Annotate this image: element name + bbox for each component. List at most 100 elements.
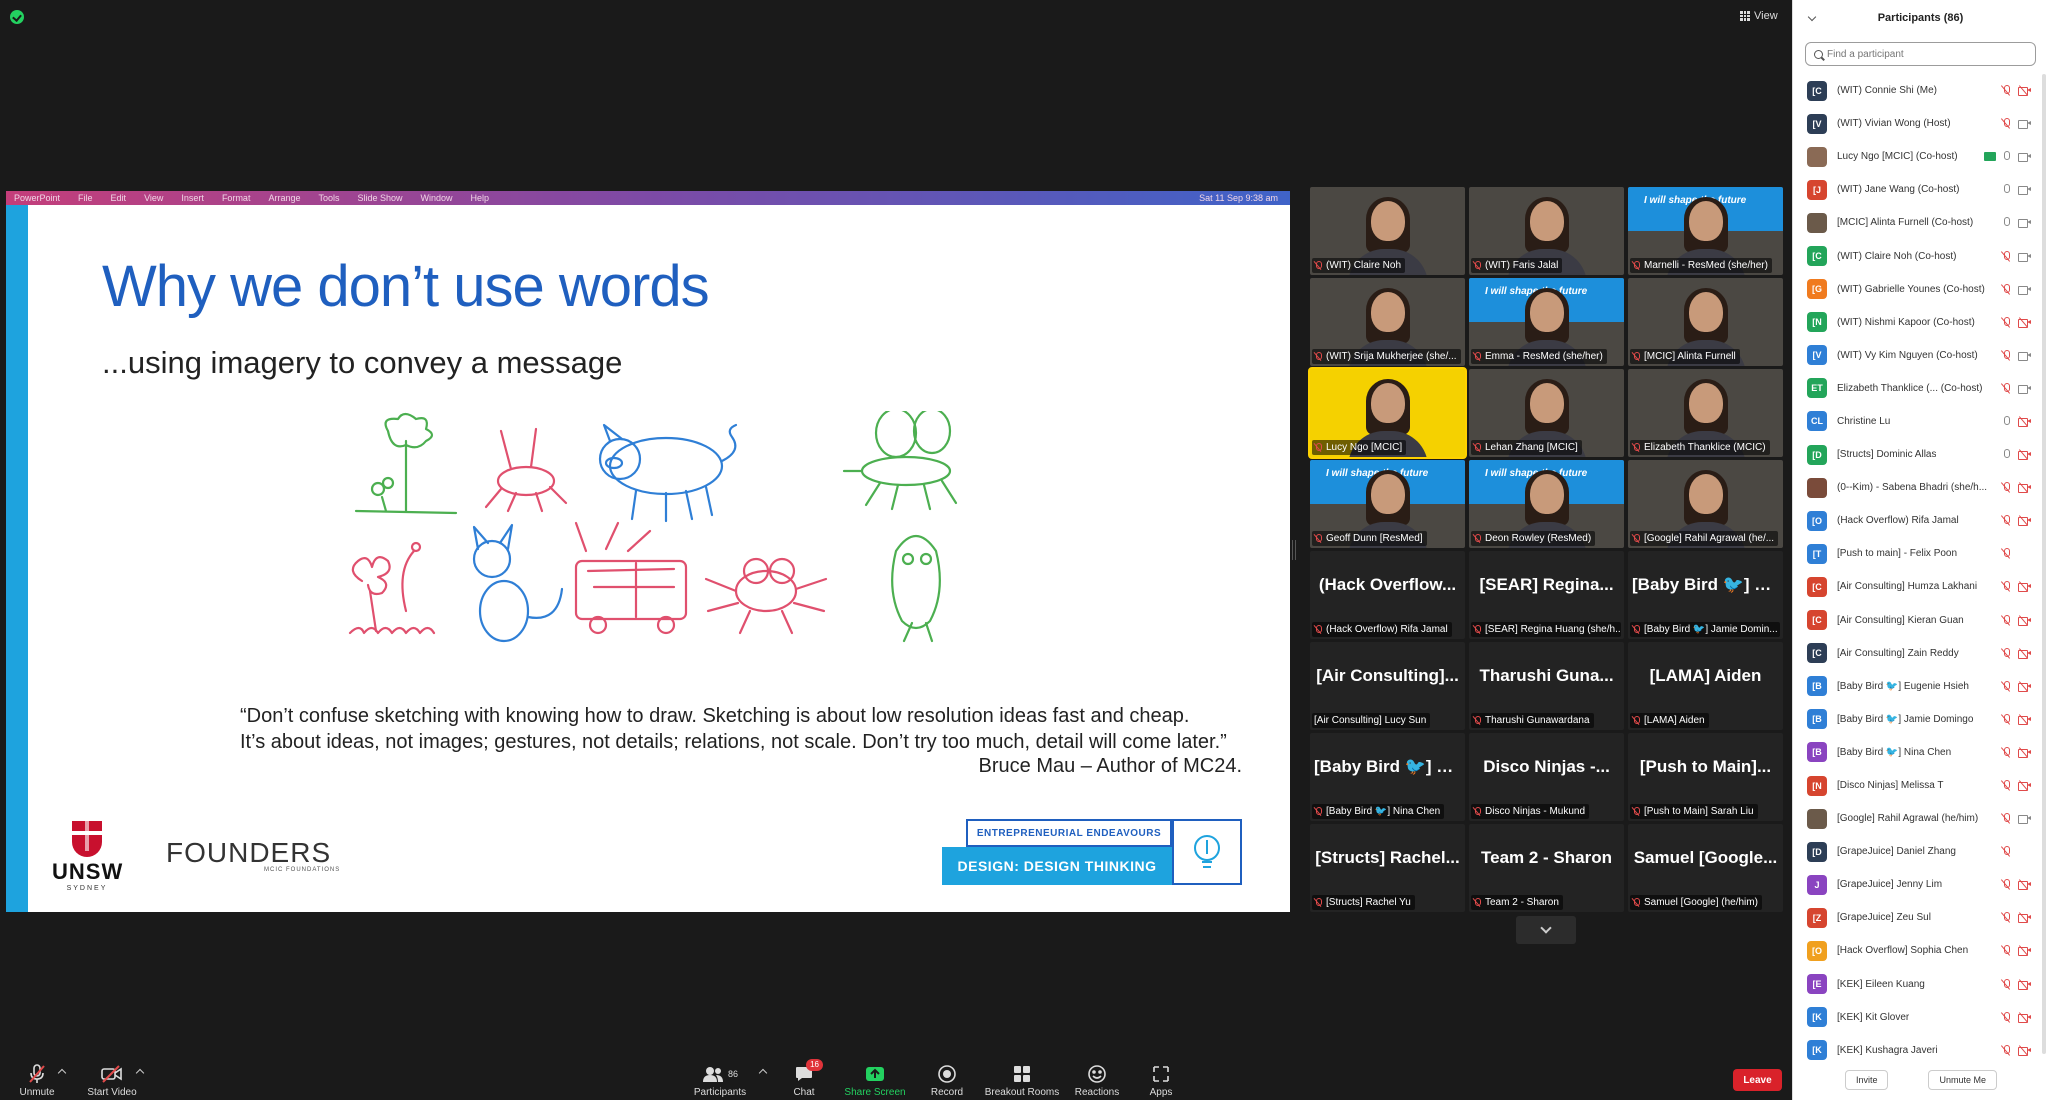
mic-muted-icon[interactable] (2002, 382, 2010, 394)
participant-row[interactable]: [D [Structs] Dominic Allas (1793, 438, 2039, 471)
video-off-icon[interactable] (2018, 912, 2031, 924)
video-tile[interactable]: I will shape the futureGeoff Dunn [ResMe… (1310, 460, 1465, 548)
video-tile[interactable]: [Google] Rahil Agrawal (he/... (1628, 460, 1783, 548)
participant-row[interactable]: [B [Baby Bird 🐦] Jamie Domingo (1793, 703, 2039, 736)
video-tile[interactable]: Disco Ninjas -... Disco Ninjas - Mukund (1469, 733, 1624, 821)
video-off-icon[interactable] (2018, 316, 2031, 328)
video-off-icon[interactable] (2018, 85, 2031, 97)
record-button[interactable]: Record (928, 1050, 966, 1100)
start-video-button[interactable]: Start Video (84, 1050, 140, 1100)
mic-muted-icon[interactable] (2002, 581, 2010, 592)
mic-muted-icon[interactable] (2002, 746, 2010, 758)
collapse-panel-chevron-icon[interactable] (1807, 12, 1817, 22)
mic-muted-icon[interactable] (2002, 482, 2010, 493)
video-tile[interactable]: I will shape the futureDeon Rowley (ResM… (1469, 460, 1624, 548)
participant-row[interactable]: [MCIC] Alinta Furnell (Co-host) (1793, 206, 2039, 239)
participant-row[interactable]: [K [KEK] Kit Glover (1793, 1001, 2039, 1034)
video-tile[interactable]: Samuel [Google... Samuel [Google] (he/him… (1628, 824, 1783, 912)
participant-row[interactable]: [C (WIT) Connie Shi (Me) (1793, 74, 2039, 107)
video-tile[interactable]: Elizabeth Thanklice (MCIC) (1628, 369, 1783, 457)
mic-muted-icon[interactable] (2002, 614, 2010, 626)
participant-row[interactable]: [O [Hack Overflow] Sophia Chen (1793, 934, 2039, 967)
participant-row[interactable]: [V (WIT) Vy Kim Nguyen (Co-host) (1793, 339, 2039, 372)
video-tile[interactable]: [Structs] Rachel... [Structs] Rachel Yu (1310, 824, 1465, 912)
mic-muted-icon[interactable] (2002, 879, 2010, 890)
video-off-icon[interactable] (2018, 647, 2031, 659)
unmute-me-button[interactable]: Unmute Me (1928, 1070, 1998, 1090)
video-off-icon[interactable] (2018, 747, 2031, 758)
video-off-icon[interactable] (2018, 482, 2031, 494)
video-off-icon[interactable] (2018, 1044, 2031, 1056)
video-off-icon[interactable] (2018, 614, 2031, 626)
participant-list-scrollbar[interactable] (2042, 74, 2046, 1054)
video-tile[interactable]: I will shape the futureMarnelli - ResMed… (1628, 187, 1783, 275)
mic-muted-icon[interactable] (2002, 912, 2010, 923)
mic-muted-icon[interactable] (2002, 680, 2010, 692)
video-tile[interactable]: (Hack Overflow... (Hack Overflow) Rifa Ja… (1310, 551, 1465, 639)
participant-row[interactable]: [V (WIT) Vivian Wong (Host) (1793, 107, 2039, 140)
video-tile[interactable]: (WIT) Srija Mukherjee (she/... (1310, 278, 1465, 366)
mic-muted-icon[interactable] (2002, 118, 2010, 129)
gallery-next-page-button[interactable] (1516, 916, 1576, 944)
participant-row[interactable]: [N (WIT) Nishmi Kapoor (Co-host) (1793, 306, 2039, 339)
mic-muted-icon[interactable] (2002, 85, 2010, 96)
mic-muted-icon[interactable] (2002, 349, 2010, 361)
video-off-icon[interactable] (2018, 780, 2031, 792)
video-tile[interactable]: [Push to Main]... [Push to Main] Sarah Li… (1628, 733, 1783, 821)
participant-row[interactable]: [Z [GrapeJuice] Zeu Sul (1793, 901, 2039, 934)
participant-row[interactable]: Lucy Ngo [MCIC] (Co-host) (1793, 140, 2039, 173)
mic-muted-icon[interactable] (2002, 647, 2010, 659)
encryption-shield-icon[interactable] (10, 10, 24, 24)
mic-muted-icon[interactable] (2002, 1011, 2010, 1023)
video-tile[interactable]: [MCIC] Alinta Furnell (1628, 278, 1783, 366)
video-icon[interactable] (2018, 384, 2031, 394)
view-button[interactable]: View (1740, 6, 1778, 26)
mic-muted-icon[interactable] (2002, 945, 2010, 956)
mic-muted-icon[interactable] (2002, 548, 2010, 559)
participant-row[interactable]: [C (WIT) Claire Noh (Co-host) (1793, 239, 2039, 272)
mic-muted-icon[interactable] (2002, 713, 2010, 725)
participant-row[interactable]: [K [KEK] Kushagra Javeri (1793, 1034, 2039, 1067)
video-off-icon[interactable] (2018, 680, 2031, 692)
participants-button[interactable]: 86 Participants (690, 1050, 750, 1100)
video-tile[interactable]: Lucy Ngo [MCIC] (1308, 367, 1467, 459)
share-screen-button[interactable]: Share Screen (842, 1050, 908, 1100)
participant-row[interactable]: [G (WIT) Gabrielle Younes (Co-host) (1793, 273, 2039, 306)
participants-options-caret-icon[interactable] (758, 1068, 768, 1078)
participant-row[interactable]: [B [Baby Bird 🐦] Eugenie Hsieh (1793, 670, 2039, 703)
leave-button[interactable]: Leave (1733, 1069, 1782, 1091)
reactions-button[interactable]: Reactions (1074, 1050, 1120, 1100)
apps-button[interactable]: Apps (1146, 1050, 1176, 1100)
participant-row[interactable]: [B [Baby Bird 🐦] Nina Chen (1793, 736, 2039, 769)
video-off-icon[interactable] (2018, 416, 2031, 427)
mic-muted-icon[interactable] (2002, 283, 2010, 295)
mic-muted-icon[interactable] (2002, 978, 2010, 990)
video-off-icon[interactable] (2018, 449, 2031, 461)
mic-muted-icon[interactable] (2002, 846, 2010, 857)
video-icon[interactable] (2018, 252, 2031, 262)
invite-button[interactable]: Invite (1844, 1070, 1889, 1090)
participant-row[interactable]: [J (WIT) Jane Wang (Co-host) (1793, 173, 2039, 206)
panel-resize-handle[interactable] (1292, 540, 1296, 560)
mic-muted-icon[interactable] (2002, 813, 2010, 824)
video-off-icon[interactable] (2018, 515, 2031, 527)
video-tile[interactable]: [SEAR] Regina... [SEAR] Regina Huang (she… (1469, 551, 1624, 639)
mic-icon[interactable] (2002, 415, 2010, 427)
participant-row[interactable]: [O (Hack Overflow) Rifa Jamal (1793, 504, 2039, 537)
participant-row[interactable]: [D [GrapeJuice] Daniel Zhang (1793, 835, 2039, 868)
video-tile[interactable]: Lehan Zhang [MCIC] (1469, 369, 1624, 457)
participant-row[interactable]: ET Elizabeth Thanklice (... (Co-host) (1793, 372, 2039, 405)
video-off-icon[interactable] (2018, 879, 2031, 891)
video-tile[interactable]: (WIT) Faris Jalal (1469, 187, 1624, 275)
video-tile[interactable]: Tharushi Guna... Tharushi Gunawardana (1469, 642, 1624, 730)
mic-muted-icon[interactable] (2002, 1044, 2010, 1056)
mic-icon[interactable] (2002, 184, 2010, 195)
video-tile[interactable]: [LAMA] Aiden [LAMA] Aiden (1628, 642, 1783, 730)
mic-icon[interactable] (2002, 217, 2010, 228)
video-tile[interactable]: Team 2 - Sharon Team 2 - Sharon (1469, 824, 1624, 912)
video-tile[interactable]: I will shape the futureEmma - ResMed (sh… (1469, 278, 1624, 366)
participant-row[interactable]: [C [Air Consulting] Humza Lakhani (1793, 570, 2039, 603)
participant-row[interactable]: [N [Disco Ninjas] Melissa T (1793, 769, 2039, 802)
video-icon[interactable] (2018, 218, 2031, 229)
video-off-icon[interactable] (2018, 978, 2031, 990)
